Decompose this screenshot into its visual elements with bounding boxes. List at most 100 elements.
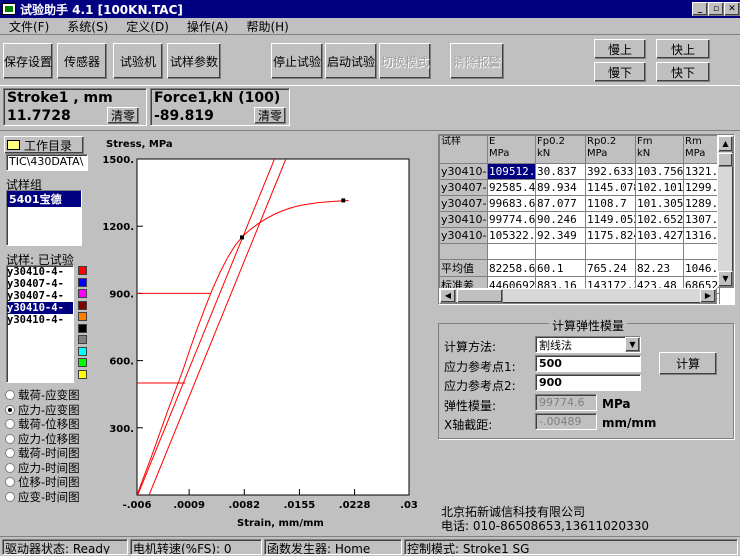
table-cell[interactable] — [683, 243, 720, 260]
table-cell[interactable]: 82.23 — [635, 259, 684, 277]
stroke-clear-button[interactable]: 清零 — [107, 107, 139, 124]
table-cell[interactable]: 102.652 — [635, 211, 684, 228]
plot-mode-option[interactable]: 应力-位移图 — [5, 432, 97, 447]
table-cell[interactable] — [487, 243, 536, 260]
table-cell[interactable]: 60.1 — [535, 259, 586, 277]
scroll-down-arrow[interactable]: ▼ — [718, 271, 733, 287]
scroll-right-arrow[interactable]: ▶ — [700, 289, 716, 303]
specimen-params-button[interactable]: 试样参数 — [167, 43, 221, 79]
table-cell[interactable]: 99683.62 — [487, 195, 536, 212]
table-cell[interactable]: 87.077 — [535, 195, 586, 212]
table-cell[interactable]: 105322.9 — [487, 227, 536, 244]
table-cell[interactable]: 1299. — [683, 179, 720, 196]
table-cell[interactable]: 1289. — [683, 195, 720, 212]
table-row[interactable]: y30407-499683.6287.0771108.7101.3051289. — [439, 195, 720, 212]
table-cell[interactable]: 30.837 — [535, 163, 586, 180]
table-cell[interactable]: 765.24 — [585, 259, 636, 277]
menu-help[interactable]: 帮助(H) — [237, 18, 297, 35]
table-cell[interactable]: 1321. — [683, 163, 720, 180]
slow-up-button[interactable]: 慢上 — [594, 39, 646, 59]
minimize-button[interactable]: _ — [692, 2, 708, 16]
radio-icon[interactable] — [5, 462, 15, 473]
fast-down-button[interactable]: 快下 — [656, 62, 710, 82]
scroll-hthumb[interactable] — [457, 289, 503, 303]
table-cell[interactable] — [535, 243, 586, 260]
table-cell[interactable]: 1307. — [683, 211, 720, 228]
table-cell[interactable]: y30407-4 — [439, 195, 488, 212]
table-cell[interactable]: 109512. — [487, 163, 536, 180]
table-cell[interactable]: 1108.7 — [585, 195, 636, 212]
table-cell[interactable]: y30410-4 — [439, 227, 488, 244]
table-cell[interactable]: 102.101 — [635, 179, 684, 196]
radio-icon[interactable] — [5, 477, 15, 488]
calculate-button[interactable]: 计算 — [659, 352, 717, 375]
chevron-down-icon[interactable]: ▼ — [625, 337, 640, 352]
workdir-path[interactable]: TIC\430DATA\ — [6, 154, 88, 171]
method-select[interactable]: 割线法 ▼ — [535, 336, 641, 353]
column-header[interactable]: 试样 — [439, 135, 488, 164]
list-item[interactable]: y30410-4-740- — [7, 314, 73, 326]
table-cell[interactable]: 82258.63 — [487, 259, 536, 277]
fast-up-button[interactable]: 快上 — [656, 39, 710, 59]
close-button[interactable]: ✕ — [724, 2, 740, 16]
sensor-button[interactable]: 传感器 — [57, 43, 107, 79]
table-cell[interactable]: 平均值 — [439, 259, 488, 277]
group-list[interactable]: 5401宝德 — [6, 190, 82, 246]
list-item[interactable]: y30407-4-950- — [7, 278, 73, 290]
ref2-input[interactable]: 900 — [535, 374, 641, 391]
table-cell[interactable] — [439, 243, 488, 260]
list-item[interactable]: y30410-4-740- — [7, 302, 73, 314]
slow-down-button[interactable]: 慢下 — [594, 62, 646, 82]
plot-mode-option[interactable]: 应变-时间图 — [5, 490, 97, 505]
menu-define[interactable]: 定义(D) — [117, 18, 178, 35]
force-clear-button[interactable]: 清零 — [254, 107, 286, 124]
plot-mode-option[interactable]: 载荷-应变图 — [5, 388, 97, 403]
clear-alarm-button[interactable]: 清除报警 — [450, 43, 504, 79]
column-header[interactable]: Fp0.2 kN — [535, 135, 586, 164]
plot-mode-option[interactable]: 应力-时间图 — [5, 461, 97, 476]
machine-button[interactable]: 试验机 — [113, 43, 163, 79]
column-header[interactable]: E MPa — [487, 135, 536, 164]
plot-mode-option[interactable]: 载荷-时间图 — [5, 446, 97, 461]
horizontal-scrollbar[interactable]: ◀ ▶ — [439, 288, 717, 304]
scroll-left-arrow[interactable]: ◀ — [440, 289, 456, 303]
table-cell[interactable]: 1175.824 — [585, 227, 636, 244]
ref1-input[interactable]: 500 — [535, 355, 641, 372]
plot-mode-option[interactable]: 应力-应变图 — [5, 403, 97, 418]
plot-mode-option[interactable]: 位移-时间图 — [5, 475, 97, 490]
radio-icon[interactable] — [5, 404, 15, 415]
plot-mode-option[interactable]: 载荷-位移图 — [5, 417, 97, 432]
radio-icon[interactable] — [5, 448, 15, 459]
list-item[interactable]: y30407-4-950- — [7, 290, 73, 302]
stop-test-button[interactable]: 停止试验 — [271, 43, 323, 79]
menu-operate[interactable]: 操作(A) — [178, 18, 238, 35]
table-cell[interactable]: 99774.65 — [487, 211, 536, 228]
table-cell[interactable]: 1316. — [683, 227, 720, 244]
column-header[interactable]: Fm kN — [635, 135, 684, 164]
table-cell[interactable]: 1149.052 — [585, 211, 636, 228]
column-header[interactable]: Rp0.2 MPa — [585, 135, 636, 164]
table-row[interactable]: y30410-4109512.30.837392.633103.7561321. — [439, 163, 720, 180]
table-cell[interactable]: 103.427 — [635, 227, 684, 244]
table-row[interactable]: y30410-4105322.992.3491175.824103.427131… — [439, 227, 720, 244]
list-item[interactable]: y30410-4-950- — [7, 266, 73, 278]
radio-icon[interactable] — [5, 419, 15, 430]
table-cell[interactable]: 1145.078 — [585, 179, 636, 196]
tested-list[interactable]: y30410-4-950- y30407-4-950- y30407-4-950… — [6, 265, 74, 383]
column-header[interactable]: Rm MPa — [683, 135, 720, 164]
radio-icon[interactable] — [5, 390, 15, 401]
table-row[interactable]: y30410-499774.6590.2461149.052102.652130… — [439, 211, 720, 228]
table-cell[interactable]: 392.633 — [585, 163, 636, 180]
table-row[interactable]: y30407-492585.4589.9341145.078102.101129… — [439, 179, 720, 196]
table-cell[interactable]: 101.305 — [635, 195, 684, 212]
table-cell[interactable]: 90.246 — [535, 211, 586, 228]
table-cell[interactable]: 92585.45 — [487, 179, 536, 196]
workdir-button[interactable]: 工作目录 — [4, 136, 84, 154]
table-cell[interactable] — [635, 243, 684, 260]
table-cell[interactable]: y30410-4 — [439, 211, 488, 228]
table-cell[interactable] — [585, 243, 636, 260]
menu-file[interactable]: 文件(F) — [0, 18, 58, 35]
scroll-thumb[interactable] — [718, 153, 733, 167]
table-cell[interactable]: 89.934 — [535, 179, 586, 196]
table-cell[interactable]: y30410-4 — [439, 163, 488, 180]
